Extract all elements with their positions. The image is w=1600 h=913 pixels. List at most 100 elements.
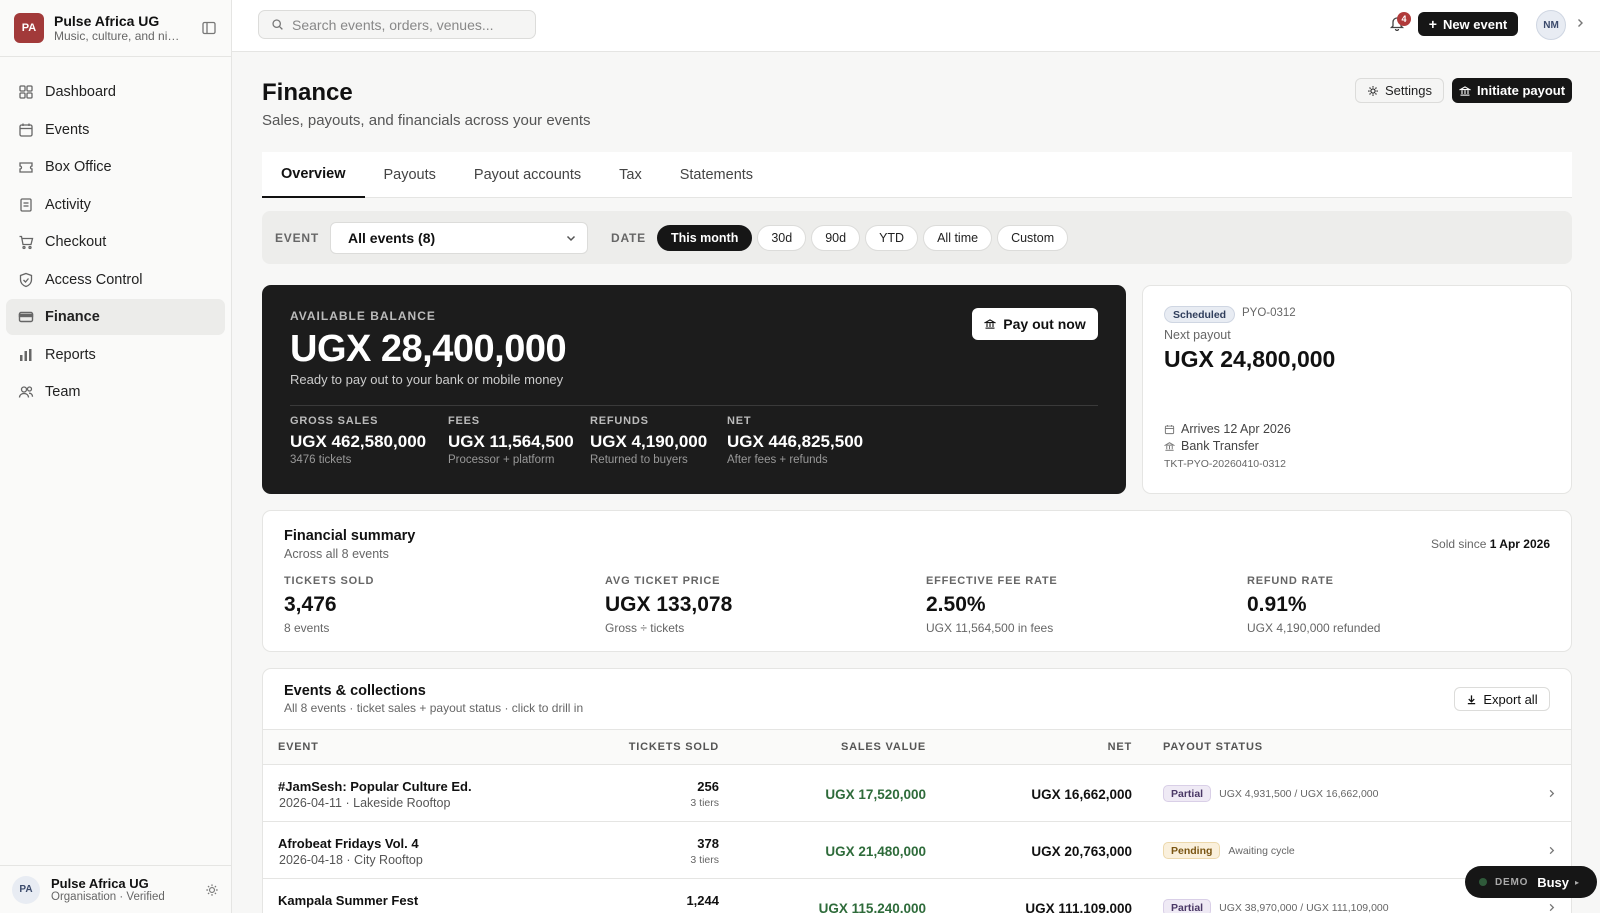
date-pill-this-month[interactable]: This month [657,224,753,251]
account-status: Organisation · Verified [51,891,165,903]
bank-icon [1164,441,1175,451]
new-event-button[interactable]: + New event [1418,12,1518,36]
column-header-net[interactable]: NET [1108,741,1132,753]
pay-out-now-button[interactable]: Pay out now [972,308,1098,340]
net-value: UGX 111,109,000 [1025,901,1132,913]
chevron-right-icon [1549,789,1555,798]
status-detail: UGX 4,931,500 / UGX 16,662,000 [1219,787,1379,800]
chevron-right-icon [1549,846,1555,855]
summary-title: Financial summary [284,528,416,544]
events-collections-card: Events & collections All 8 events · tick… [262,668,1572,913]
caret-right-icon: ▸ [1575,877,1580,887]
tier-count: 3 tiers [690,854,719,866]
net-value: UGX 20,763,000 [1031,844,1132,859]
kpi-avg-ticket-price: AVG TICKET PRICE UGX 133,078 Gross ÷ tic… [605,575,732,635]
date-pill-90d[interactable]: 90d [811,224,861,251]
arrival-row: Arrives 12 Apr 2026 [1164,422,1291,436]
sidebar-item-dashboard[interactable]: Dashboard [6,74,225,110]
column-header-tickets-sold[interactable]: TICKETS SOLD [629,741,719,753]
table-row[interactable]: Afrobeat Fridays Vol. 4 2026-04-18 · Cit… [263,822,1571,879]
sidebar-item-box-office[interactable]: Box Office [6,149,225,185]
tab-overview[interactable]: Overview [262,152,365,198]
sun-icon [1368,85,1378,96]
sidebar-item-checkout[interactable]: Checkout [6,224,225,260]
initiate-payout-button[interactable]: Initiate payout [1452,78,1572,103]
sidebar-item-activity[interactable]: Activity [6,187,225,223]
next-payout-amount: UGX 24,800,000 [1164,346,1336,372]
org-switcher[interactable]: PA Pulse Africa UG Music, culture, and n… [0,0,231,57]
settings-button[interactable]: Settings [1355,78,1444,103]
stat-label: NET [727,415,752,427]
event-name: Kampala Summer Fest [278,893,419,908]
search-box[interactable] [258,10,536,39]
sidebar-item-label: Box Office [45,159,112,175]
page-subtitle: Sales, payouts, and financials across yo… [262,112,591,129]
table-row[interactable]: #JamSesh: Popular Culture Ed. 2026-04-11… [263,765,1571,822]
sidebar-item-reports[interactable]: Reports [6,337,225,373]
account-name: Pulse Africa UG [51,876,149,891]
sidebar-item-events[interactable]: Events [6,112,225,148]
gross-sales-stat: GROSS SALES UGX 462,580,000 3476 tickets [290,415,426,466]
payout-status: Partial UGX 38,970,000 / UGX 111,109,000 [1163,899,1389,913]
arrival-date: Arrives 12 Apr 2026 [1181,422,1291,436]
tab-payouts[interactable]: Payouts [365,152,455,198]
account-info: Pulse Africa UG Organisation · Verified [51,876,205,903]
kpi-sub: UGX 4,190,000 refunded [1247,621,1381,635]
date-pill-30d[interactable]: 30d [757,224,807,251]
stat-value: UGX 462,580,000 [290,432,427,451]
method-row: Bank Transfer [1164,439,1259,453]
stat-value: UGX 446,825,500 [727,432,864,451]
date-pill-custom[interactable]: Custom [997,224,1069,251]
tab-tax[interactable]: Tax [600,152,661,198]
event-name: Afrobeat Fridays Vol. 4 [278,836,419,851]
column-header-sales-value[interactable]: SALES VALUE [841,741,926,753]
kpi-sub: 8 events [284,621,330,635]
sales-value: UGX 115,240,000 [818,901,926,913]
table-row[interactable]: Kampala Summer Fest 1,244 UGX 115,240,00… [263,879,1571,913]
next-payout-label: Next payout [1164,328,1231,342]
net-value: UGX 16,662,000 [1031,787,1132,802]
status-dot [1479,878,1487,886]
download-icon [1468,694,1476,704]
finance-tabs: Overview Payouts Payout accounts Tax Sta… [262,152,1572,198]
stat-sub: After fees + refunds [727,454,828,466]
stat-sub: 3476 tickets [290,454,352,466]
event-filter-label: EVENT [275,230,320,245]
tab-payout-accounts[interactable]: Payout accounts [455,152,600,198]
org-info: Pulse Africa UG Music, culture, and nigh… [54,13,201,43]
next-payout-card[interactable]: Scheduled PYO-0312 Next payout UGX 24,80… [1142,285,1572,494]
user-avatar[interactable]: NM [1536,10,1566,40]
search-icon [272,19,283,30]
top-bar: 4 + New event NM [232,0,1600,52]
export-all-button[interactable]: Export all [1454,687,1550,711]
sidebar-item-label: Finance [45,309,100,325]
sidebar-item-label: Events [45,121,90,138]
payout-status: Partial UGX 4,931,500 / UGX 16,662,000 [1163,785,1378,802]
chevron-right-icon[interactable] [1574,17,1586,29]
date-pill-ytd[interactable]: YTD [865,224,919,251]
kpi-sub: Gross ÷ tickets [605,621,685,635]
chevron-down-icon [566,235,576,241]
event-select[interactable]: All events (8) [330,221,589,254]
sidebar-item-access-control[interactable]: Access Control [6,262,225,298]
sidebar-item-finance[interactable]: Finance [6,299,225,335]
refunds-stat: REFUNDS UGX 4,190,000 Returned to buyers [590,415,707,466]
account-footer[interactable]: PA Pulse Africa UG Organisation · Verifi… [0,865,231,913]
search-input[interactable] [292,16,522,33]
payout-method: Bank Transfer [1181,439,1259,453]
sun-icon[interactable] [205,883,219,897]
status-badge: Partial [1163,899,1212,913]
events-title: Events & collections [284,683,426,699]
events-subtitle: All 8 events · ticket sales + payout sta… [284,701,584,715]
net-stat: NET UGX 446,825,500 After fees + refunds [727,415,863,466]
sidebar-item-team[interactable]: Team [6,374,225,410]
filter-bar: EVENT All events (8) DATE This month 30d… [262,211,1572,264]
sidebar-toggle-icon[interactable] [201,20,217,36]
column-header-event[interactable]: EVENT [278,741,319,753]
payout-reference: TKT-PYO-20260410-0312 [1164,458,1286,470]
status-detail: UGX 38,970,000 / UGX 111,109,000 [1219,901,1389,913]
tab-statements[interactable]: Statements [661,152,772,198]
demo-status-pill[interactable]: DEMO Busy ▸ [1465,866,1597,898]
date-pill-all-time[interactable]: All time [923,224,993,251]
column-header-payout-status[interactable]: PAYOUT STATUS [1163,741,1263,753]
